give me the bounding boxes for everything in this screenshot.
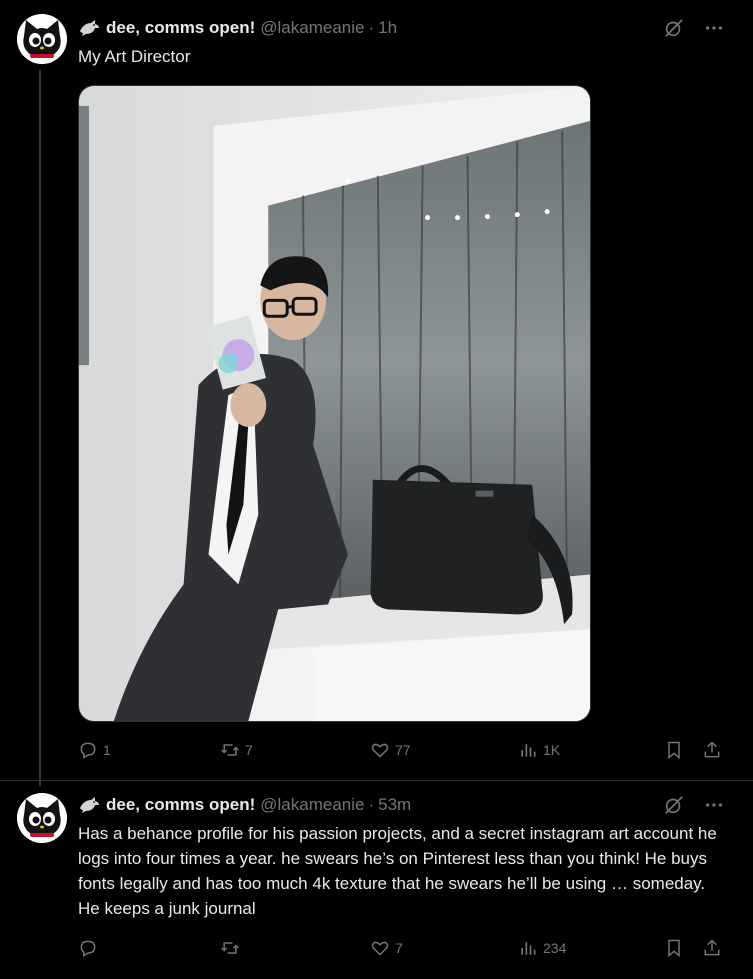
views-icon: [521, 942, 536, 955]
tweet-action-bar: 7 234: [78, 936, 728, 960]
repost-button[interactable]: 7: [220, 738, 253, 762]
tweet[interactable]: dee, comms open! @lakameanie · 1h My Art…: [0, 0, 753, 786]
like-icon: [371, 743, 389, 758]
tweet-action-bar: 1 7 77 1K: [78, 738, 728, 762]
separator-dot: ·: [368, 18, 375, 37]
bookmark-icon: [668, 939, 680, 958]
like-button[interactable]: 7: [370, 936, 403, 960]
timestamp[interactable]: 1h: [378, 18, 397, 38]
tweet-header: dee, comms open! @lakameanie · 53m: [78, 794, 411, 816]
avatar[interactable]: [17, 793, 67, 843]
avatar[interactable]: [17, 14, 67, 64]
tweet-top-actions: [663, 17, 725, 39]
reply-button[interactable]: [78, 936, 103, 960]
view-count: 1K: [543, 742, 561, 758]
reply-button[interactable]: 1: [78, 738, 111, 762]
bookmark-button[interactable]: [664, 936, 684, 960]
view-count: 234: [543, 940, 567, 956]
share-button[interactable]: [702, 738, 722, 762]
display-name[interactable]: dee, comms open!: [106, 18, 255, 38]
user-handle[interactable]: @lakameanie: [260, 795, 364, 815]
tweet-text: My Art Director: [78, 47, 191, 66]
views-icon: [521, 744, 536, 757]
repost-count: 7: [245, 742, 253, 758]
like-count: 7: [395, 940, 403, 956]
repost-button[interactable]: [220, 936, 245, 960]
share-button[interactable]: [702, 936, 722, 960]
timestamp[interactable]: 53m: [378, 795, 411, 815]
display-name[interactable]: dee, comms open!: [106, 795, 255, 815]
user-handle[interactable]: @lakameanie: [260, 18, 364, 38]
grok-icon[interactable]: [663, 794, 685, 816]
tweet-top-actions: [663, 794, 725, 816]
share-icon: [704, 939, 720, 956]
grok-icon[interactable]: [663, 17, 685, 39]
tweet-header: dee, comms open! @lakameanie · 1h: [78, 17, 397, 39]
separator-dot: ·: [368, 795, 375, 814]
reply-icon: [80, 742, 96, 759]
tweet-text: Has a behance profile for his passion pr…: [78, 824, 717, 918]
bookmark-button[interactable]: [664, 738, 684, 762]
more-icon[interactable]: [703, 794, 725, 816]
thread-connector-line: [39, 70, 41, 786]
tweet[interactable]: dee, comms open! @lakameanie · 53m Has a…: [0, 780, 753, 979]
bird-icon: [80, 20, 99, 36]
views-button[interactable]: 234: [518, 936, 566, 960]
bookmark-icon: [668, 741, 680, 760]
bird-icon: [80, 797, 99, 813]
like-button[interactable]: 77: [370, 738, 411, 762]
share-icon: [704, 741, 720, 758]
like-count: 77: [395, 742, 411, 758]
repost-icon: [221, 942, 239, 954]
repost-icon: [221, 744, 239, 756]
views-button[interactable]: 1K: [518, 738, 560, 762]
tweet-photo[interactable]: [78, 85, 591, 722]
reply-icon: [80, 940, 96, 957]
reply-count: 1: [103, 742, 111, 758]
like-icon: [371, 941, 389, 956]
more-icon[interactable]: [703, 17, 725, 39]
